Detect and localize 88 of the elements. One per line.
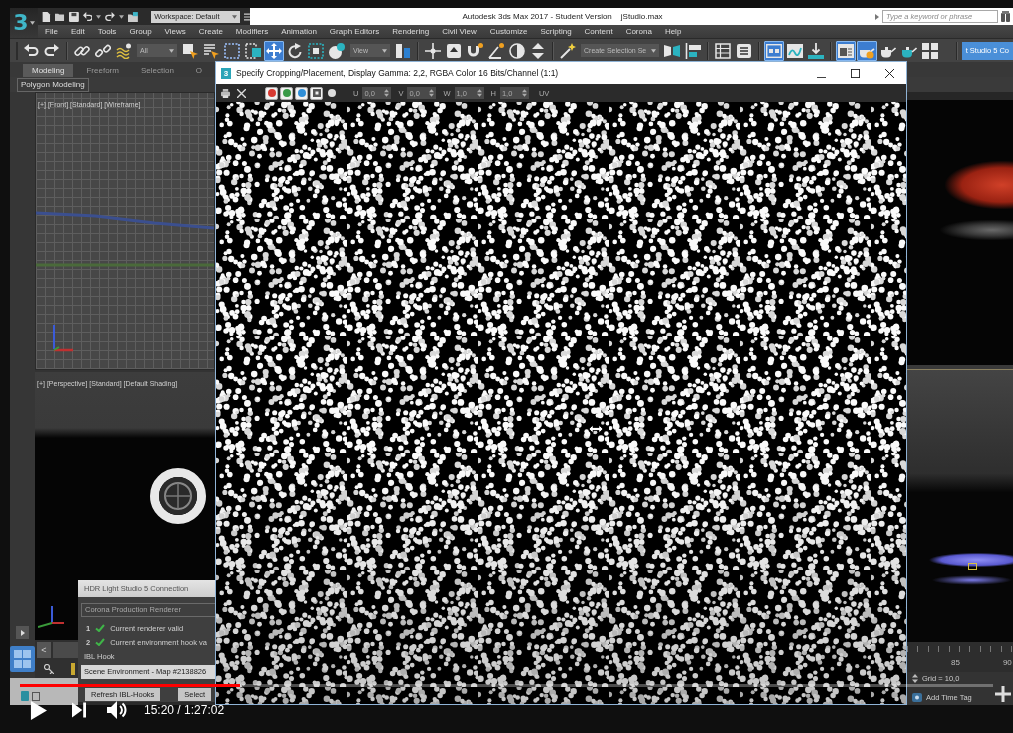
- picture-window-icon[interactable]: [836, 40, 857, 61]
- table-icon[interactable]: [713, 40, 734, 61]
- triangle-icon[interactable]: [875, 13, 879, 20]
- move-cursor-icon: [589, 424, 603, 434]
- slider-prev-button[interactable]: <: [37, 642, 51, 658]
- caret-icon: [169, 48, 174, 53]
- caret-icon: [232, 14, 238, 19]
- half-circle-icon[interactable]: [507, 40, 527, 61]
- window-title: Autodesk 3ds Max 2017 - Student Version: [462, 12, 612, 21]
- align-icon[interactable]: [683, 40, 704, 61]
- menu-item[interactable]: Customize: [489, 27, 528, 36]
- page-icon[interactable]: [41, 11, 51, 22]
- ribbon-tab[interactable]: Freeform: [77, 64, 128, 77]
- panel-label[interactable]: Polygon Modeling: [17, 77, 89, 92]
- menu-item[interactable]: Tools: [97, 27, 117, 36]
- circles-icon[interactable]: [327, 40, 347, 61]
- spinner-arrows-icon[interactable]: [384, 89, 390, 97]
- channel-toggle[interactable]: [310, 86, 323, 100]
- ribbon-tab[interactable]: Selection: [131, 64, 183, 77]
- menu-item[interactable]: Rendering: [392, 27, 430, 36]
- menu-item[interactable]: File: [45, 27, 58, 36]
- ribbon-tab[interactable]: O: [186, 64, 212, 77]
- key-icon[interactable]: [44, 664, 54, 674]
- frame-number: 90: [1002, 658, 1012, 667]
- spinner-arrows-icon[interactable]: [521, 89, 527, 97]
- binoculars-icon[interactable]: [1001, 11, 1010, 22]
- volume-icon[interactable]: [107, 701, 127, 719]
- spinner-arrows-icon[interactable]: [429, 89, 435, 97]
- menu-item[interactable]: Group: [129, 27, 152, 36]
- dot-icon: [327, 89, 336, 97]
- menu-item[interactable]: Content: [584, 27, 613, 36]
- split-window-icon[interactable]: [764, 40, 785, 61]
- angle-icon[interactable]: [486, 40, 506, 61]
- progress-track[interactable]: [20, 684, 993, 687]
- menu-item[interactable]: Animation: [281, 27, 317, 36]
- app-logo: 3: [221, 67, 231, 79]
- channel-toggle[interactable]: [325, 86, 338, 100]
- spinner-arrows-icon[interactable]: [476, 89, 482, 97]
- dialog-title: Specify Cropping/Placement, Display Gamma: 2,2, RGBA Color 16 Bits/Channel (1:1): [236, 68, 560, 78]
- play-icon[interactable]: [30, 700, 47, 720]
- menu-item[interactable]: Views: [164, 27, 186, 36]
- time-ruler[interactable]: 85 90: [907, 642, 1013, 672]
- printer-icon[interactable]: [221, 88, 230, 98]
- caret-icon: [651, 48, 657, 53]
- bar-marker-icon: [71, 663, 75, 675]
- menu-item[interactable]: Scripting: [540, 27, 572, 36]
- axis-tripod-icon: [51, 325, 73, 353]
- menu-item[interactable]: Create: [198, 27, 223, 36]
- crosshair-icon[interactable]: [423, 40, 443, 61]
- caret-icon[interactable]: [96, 14, 102, 19]
- plus-icon[interactable]: [995, 686, 1011, 702]
- menu-item[interactable]: Corona: [625, 27, 652, 36]
- time-display: 15:20 / 1:27:02: [144, 703, 225, 717]
- arrow-to-bar-icon[interactable]: [806, 40, 827, 61]
- square-icon: [312, 89, 321, 97]
- close-icon[interactable]: [885, 68, 894, 78]
- dashed-rectangle-icon[interactable]: [222, 40, 242, 61]
- menu-item[interactable]: Civil View: [442, 27, 477, 36]
- expand-button[interactable]: [16, 626, 29, 639]
- square-icon[interactable]: [32, 691, 40, 701]
- caret-icon: [29, 21, 35, 25]
- menu-item[interactable]: Graph Editors: [329, 27, 380, 36]
- dashed-frame-icon[interactable]: [306, 40, 326, 61]
- file-name: jStudio.max: [620, 12, 663, 21]
- frame-number: 85: [951, 658, 960, 667]
- teapot-icon[interactable]: [857, 40, 878, 61]
- caret-icon[interactable]: [119, 14, 125, 19]
- menu-lines-icon[interactable]: [244, 12, 250, 21]
- spinner-arrows-icon[interactable]: [912, 673, 918, 683]
- undo-icon[interactable]: [82, 11, 93, 22]
- dot-tile-icon[interactable]: [912, 692, 922, 702]
- folder-icon[interactable]: [54, 11, 65, 22]
- wheel-drawing: [150, 468, 206, 524]
- four-pane-icon[interactable]: [920, 40, 941, 61]
- triangle-icon: [20, 629, 25, 636]
- redo-icon[interactable]: [105, 11, 116, 22]
- maximize-icon[interactable]: [851, 68, 860, 78]
- ribbon-tab[interactable]: Modeling: [23, 64, 74, 77]
- caret-icon: [382, 48, 387, 53]
- menu-item[interactable]: Edit: [70, 27, 85, 36]
- menu-item[interactable]: Help: [664, 27, 682, 36]
- axis-tripod-icon: [38, 606, 64, 628]
- dashed-square-icon[interactable]: [243, 40, 263, 61]
- next-icon[interactable]: [72, 702, 86, 718]
- square-marker-icon: [968, 563, 977, 570]
- move-icon[interactable]: [264, 40, 284, 61]
- folder-icon[interactable]: [128, 11, 139, 22]
- menu-item[interactable]: Modifiers: [235, 27, 269, 36]
